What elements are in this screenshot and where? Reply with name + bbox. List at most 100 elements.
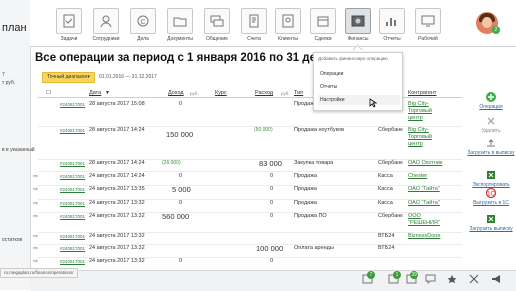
- star-icon[interactable]: [446, 274, 458, 284]
- add-operation-label: Операция: [479, 104, 503, 110]
- counterparty-link[interactable]: BiznessDone: [408, 233, 440, 239]
- table-row[interactable]: #240817001 28 августа 2017 14:24 (26 000…: [38, 159, 462, 172]
- nav-item-documents[interactable]: Документы: [162, 8, 198, 42]
- menu-item-settings[interactable]: Настройки: [318, 95, 400, 105]
- tasks-badge: 7: [367, 271, 375, 279]
- megaphone-icon[interactable]: [490, 274, 502, 284]
- transfer-arrow-icon: ⇨: [33, 234, 39, 240]
- nav-label: Общение: [206, 36, 228, 42]
- notification-badge: 2: [492, 26, 500, 34]
- table-row[interactable]: ⇨ #240817001 24 августа 2017 13:32 100 0…: [33, 244, 462, 258]
- operation-id[interactable]: #240817001: [60, 128, 85, 133]
- operation-id[interactable]: #240817001: [60, 201, 85, 206]
- transfer-arrow-icon: ⇨: [33, 214, 39, 220]
- operation-id[interactable]: #240817001: [60, 187, 85, 192]
- operation-id[interactable]: #240817001: [60, 214, 85, 219]
- upload-icon: [487, 139, 495, 147]
- upload-to-statement-label: Загрузить в выписку: [467, 150, 515, 156]
- export-1c-button[interactable]: 1С Выгрузить в 1С: [466, 187, 516, 206]
- clients-icon: [275, 8, 301, 34]
- table-row[interactable]: ⇨ #240817001 24 августа 2017 13:32 0 0: [33, 257, 462, 268]
- operation-date: 24 августа 2017 13:32: [89, 213, 145, 219]
- counterparty-link[interactable]: ООО: [408, 213, 421, 219]
- column-date[interactable]: Дата: [89, 90, 101, 96]
- table-row[interactable]: ⇨ #240817001 24 августа 2017 13:32 0 0 П…: [33, 199, 462, 213]
- column-income[interactable]: Доход: [168, 90, 184, 96]
- menu-item-operations[interactable]: Операции: [318, 69, 400, 79]
- safe-icon: [345, 8, 371, 34]
- column-rate[interactable]: Курс: [215, 90, 227, 96]
- account-name: Касса: [378, 186, 393, 192]
- counterparty-link[interactable]: ОАО Охотник: [408, 160, 442, 166]
- nav-item-chat[interactable]: Общение: [199, 8, 235, 42]
- chat-bubble-icon[interactable]: [425, 274, 437, 284]
- date-range-button[interactable]: Точный диапазон▾: [42, 72, 95, 83]
- account-name: Касса: [378, 173, 393, 179]
- operation-id[interactable]: #240817001: [60, 102, 85, 107]
- operation-id[interactable]: #240817001: [60, 174, 85, 179]
- counterparty-link[interactable]: Big City-: [408, 101, 429, 107]
- operation-id[interactable]: #240817001: [60, 161, 85, 166]
- table-row[interactable]: ⇨ #240817001 24 августа 2017 14:24 0 0 П…: [33, 172, 462, 186]
- account-name: Касса: [378, 200, 393, 206]
- counterparty-link[interactable]: ОАО "Гайта": [408, 200, 440, 206]
- tasks-icon: [56, 8, 82, 34]
- date-range-text: 01.01.2016 — 31.12.2017: [99, 74, 157, 80]
- select-all-checkbox[interactable]: ☐: [46, 90, 51, 96]
- expense-value: 83 000: [259, 159, 282, 168]
- operation-id[interactable]: #240817001: [60, 234, 85, 239]
- nav-item-invoices[interactable]: Счета: [236, 8, 272, 42]
- account-name: ВТБ24: [378, 233, 395, 239]
- delete-label: Удалить: [481, 128, 501, 134]
- counterparty-link[interactable]: центр: [408, 141, 423, 147]
- operation-type: Оплата аренды: [294, 245, 334, 251]
- sidebar-fragment: остатков: [2, 237, 23, 243]
- nav-item-tasks[interactable]: Задачи: [51, 8, 87, 42]
- income-value: 0: [179, 258, 183, 264]
- dropdown-add-operation[interactable]: Добавить финансовую операцию: [318, 56, 388, 61]
- upload-to-statement-button[interactable]: Загрузить в выписку: [466, 138, 516, 156]
- counterparty-link[interactable]: Chester: [408, 173, 427, 179]
- table-row[interactable]: #240817001 28 августа 2017 14:24 150 000…: [38, 126, 462, 160]
- expense-value: 0: [270, 213, 274, 219]
- counterparty-link[interactable]: Торговый: [408, 134, 432, 140]
- account-name: Сбербанк: [378, 127, 403, 133]
- operation-date: 28 августа 2017 14:24: [89, 160, 145, 166]
- operation-id[interactable]: #240817001: [60, 259, 85, 264]
- column-expense[interactable]: Расход: [255, 90, 273, 96]
- invoices-icon: [241, 8, 267, 34]
- transfer-arrow-icon: ⇨: [33, 259, 39, 265]
- table-row[interactable]: ⇨ #240817001 24 августа 2017 13:32 560 0…: [33, 212, 462, 233]
- counterparty-link[interactable]: Big City-: [408, 127, 429, 133]
- delete-button[interactable]: Удалить: [466, 116, 516, 134]
- documents-icon: [167, 8, 193, 34]
- nav-item-finance[interactable]: Финансы: [340, 8, 376, 42]
- close-icon[interactable]: [468, 274, 480, 284]
- chat-icon: [204, 8, 230, 34]
- messages-badge: 39: [410, 271, 418, 279]
- operation-id[interactable]: #240817001: [60, 246, 85, 251]
- counterparty-link[interactable]: "РЕШЕНИЯ": [408, 220, 440, 226]
- counterparty-link[interactable]: центр: [408, 115, 423, 121]
- account-name: Сбербанк: [378, 213, 403, 219]
- menu-item-reports[interactable]: Отчеты: [318, 82, 400, 92]
- nav-item-deals[interactable]: C Дела: [125, 8, 161, 42]
- nav-item-reports[interactable]: Отчеты: [374, 8, 410, 42]
- export-button[interactable]: Экспортировать: [466, 170, 516, 188]
- nav-item-desktop[interactable]: Рабочий: [410, 8, 446, 42]
- nav-item-clients[interactable]: Клиенты: [270, 8, 306, 42]
- column-type[interactable]: Тип: [294, 90, 303, 96]
- nav-item-employees[interactable]: Сотрудники: [88, 8, 124, 42]
- sidebar-fragment: т руб.: [2, 80, 16, 86]
- operation-date: 24 августа 2017 13:32: [89, 233, 145, 239]
- column-counterparty[interactable]: Контрагент: [408, 90, 436, 96]
- operation-date: 28 августа 2017 15:08: [89, 101, 145, 107]
- desktop-icon: [415, 8, 441, 34]
- nav-label: Клиенты: [277, 36, 299, 42]
- add-operation-button[interactable]: Операция: [466, 92, 516, 110]
- counterparty-link[interactable]: ОАО "Гайта": [408, 186, 440, 192]
- upload-statement-button[interactable]: Загрузить выписку: [466, 214, 516, 232]
- table-row[interactable]: ⇨ #240817001 24 августа 2017 13:35 5 000…: [33, 185, 462, 200]
- counterparty-link[interactable]: Торговый: [408, 108, 432, 114]
- nav-item-handshake[interactable]: Сделки: [305, 8, 341, 42]
